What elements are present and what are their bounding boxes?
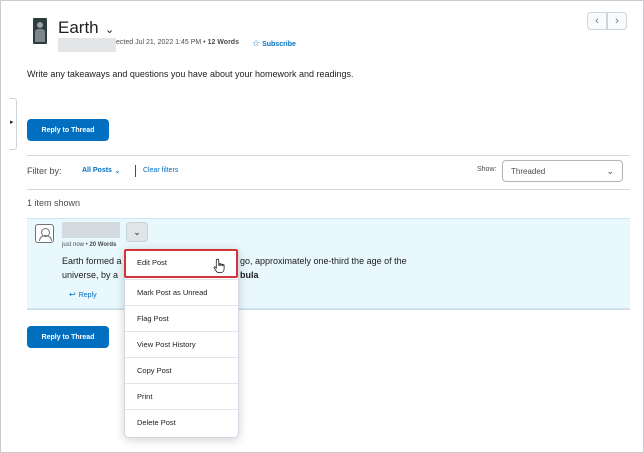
topic-title: Earth — [58, 18, 99, 37]
menu-item-flag-post[interactable]: Flag Post — [125, 305, 238, 331]
select-chevron-down-icon: ⌄ — [606, 166, 614, 176]
items-shown-count: 1 item shown — [27, 198, 81, 208]
view-mode-value: Threaded — [511, 167, 546, 176]
post-body-line1-start: Earth formed a — [62, 256, 122, 266]
topic-description: Write any takeaways and questions you ha… — [27, 69, 354, 79]
filter-posts-dropdown[interactable]: All Posts — [82, 167, 112, 174]
menu-item-mark-unread[interactable]: Mark Post as Unread — [125, 279, 238, 305]
hand-cursor-icon — [213, 258, 225, 274]
post-author-redacted — [62, 222, 120, 238]
menu-item-delete-post[interactable]: Delete Post — [125, 409, 238, 435]
subscribe-button[interactable]: ☆ Subscribe — [252, 38, 296, 49]
previous-topic-button[interactable]: ‹ — [587, 12, 607, 30]
divider — [27, 155, 630, 156]
filter-separator — [135, 165, 136, 177]
post-reply-link[interactable]: ↩ Reply — [69, 290, 97, 299]
show-label: Show: — [477, 166, 497, 173]
topic-thumbnail-image — [33, 18, 47, 44]
chevron-right-icon: › — [615, 15, 619, 27]
star-icon: ☆ — [252, 38, 261, 48]
chevron-left-icon: ‹ — [595, 15, 599, 27]
clear-filters-link[interactable]: Clear filters — [143, 167, 178, 174]
post-body-line1-end: go, approximately one-third the age of t… — [240, 256, 407, 266]
subscribe-label: Subscribe — [262, 41, 296, 48]
post-word-count: 20 Words — [89, 242, 117, 248]
side-panel-toggle[interactable]: ▸ — [9, 98, 17, 150]
post-actions-chevron-button[interactable]: ⌄ — [126, 222, 148, 242]
caret-right-icon: ▸ — [10, 119, 14, 126]
user-avatar-icon — [35, 224, 54, 243]
post-body-line2-end: bula — [240, 270, 259, 280]
menu-item-copy-post[interactable]: Copy Post — [125, 357, 238, 383]
divider — [27, 189, 630, 190]
post-reply-label: Reply — [78, 292, 97, 299]
menu-item-view-history[interactable]: View Post History — [125, 331, 238, 357]
menu-item-print[interactable]: Print — [125, 383, 238, 409]
post-body-line2-start: universe, by a — [62, 270, 119, 280]
title-chevron-down-icon[interactable]: ⌄ — [105, 23, 114, 36]
filter-by-label: Filter by: — [27, 166, 62, 176]
author-name-redacted — [58, 38, 116, 52]
post-meta: just now • 20 Words — [62, 242, 116, 248]
reply-to-thread-button-bottom[interactable]: Reply to Thread — [27, 326, 109, 348]
topic-meta: ected Jul 21, 2022 1:45 PM • 12 Words — [116, 39, 239, 46]
topic-posted-date: ected Jul 21, 2022 1:45 PM — [116, 39, 202, 46]
reply-arrow-icon: ↩ — [69, 290, 76, 299]
filter-chevron-down-icon[interactable]: ⌄ — [114, 166, 121, 175]
edit-post-highlight-label: Edit Post — [137, 258, 168, 267]
reply-to-thread-button[interactable]: Reply to Thread — [27, 119, 109, 141]
chevron-down-icon: ⌄ — [133, 226, 141, 237]
divider — [27, 309, 630, 310]
topic-word-count: 12 Words — [207, 39, 239, 46]
next-topic-button[interactable]: › — [607, 12, 627, 30]
post-time: just now — [62, 242, 85, 248]
view-mode-select[interactable]: Threaded ⌄ — [502, 160, 623, 182]
